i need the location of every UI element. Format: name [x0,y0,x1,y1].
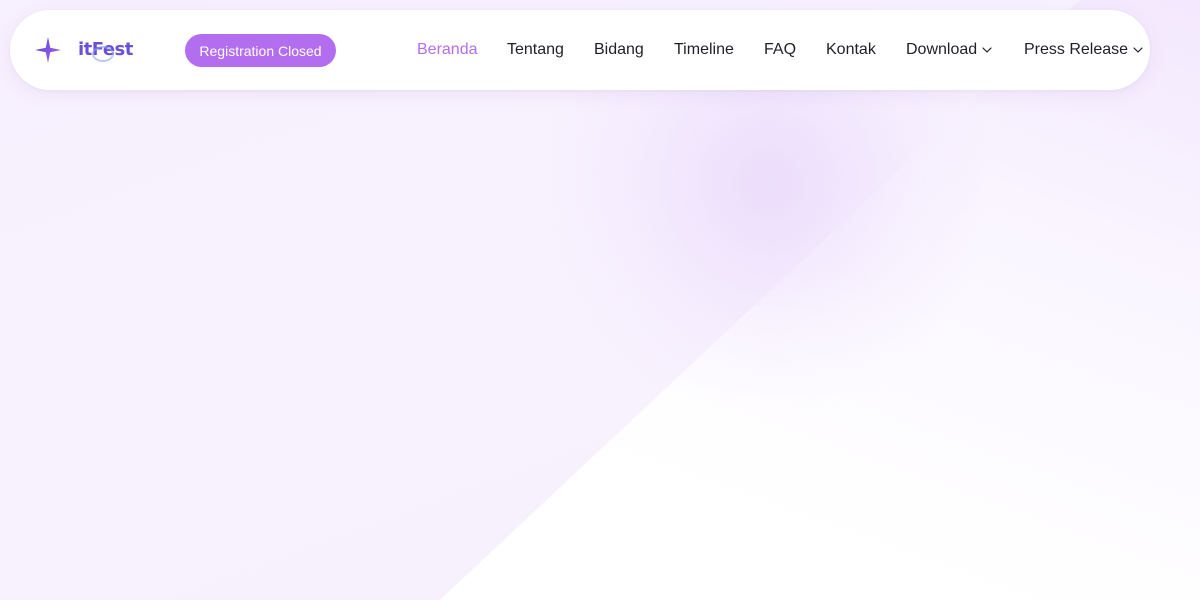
chevron-down-icon [1133,47,1143,53]
nav-item-download[interactable]: Download [906,39,993,61]
nav-item-bidang[interactable]: Bidang [594,39,644,61]
navbar: itFest Registration Closed Beranda Tenta… [10,10,1150,90]
background-right-panel [440,0,1200,600]
nav-item-label: Bidang [594,41,644,58]
nav-item-faq[interactable]: FAQ [764,39,796,61]
nav-links: Beranda Tentang Bidang Timeline FAQ Kont… [10,10,1150,90]
chevron-down-icon [982,47,992,53]
nav-item-label: Press Release [1024,41,1129,58]
background-left-panel [0,0,1080,600]
background-glow [560,40,980,400]
background [0,0,1200,600]
nav-item-label: Beranda [417,41,478,58]
nav-item-label: Download [906,41,978,58]
nav-item-press-release[interactable]: Press Release [1024,39,1144,61]
nav-item-timeline[interactable]: Timeline [674,39,734,61]
nav-item-kontak[interactable]: Kontak [826,39,876,61]
nav-item-label: Kontak [826,41,876,58]
nav-item-label: FAQ [764,41,797,58]
page: itFest Registration Closed Beranda Tenta… [0,0,1200,600]
nav-item-label: Timeline [674,41,734,58]
nav-item-tentang[interactable]: Tentang [507,39,564,61]
nav-item-beranda[interactable]: Beranda [417,39,478,61]
nav-item-label: Tentang [507,41,564,58]
